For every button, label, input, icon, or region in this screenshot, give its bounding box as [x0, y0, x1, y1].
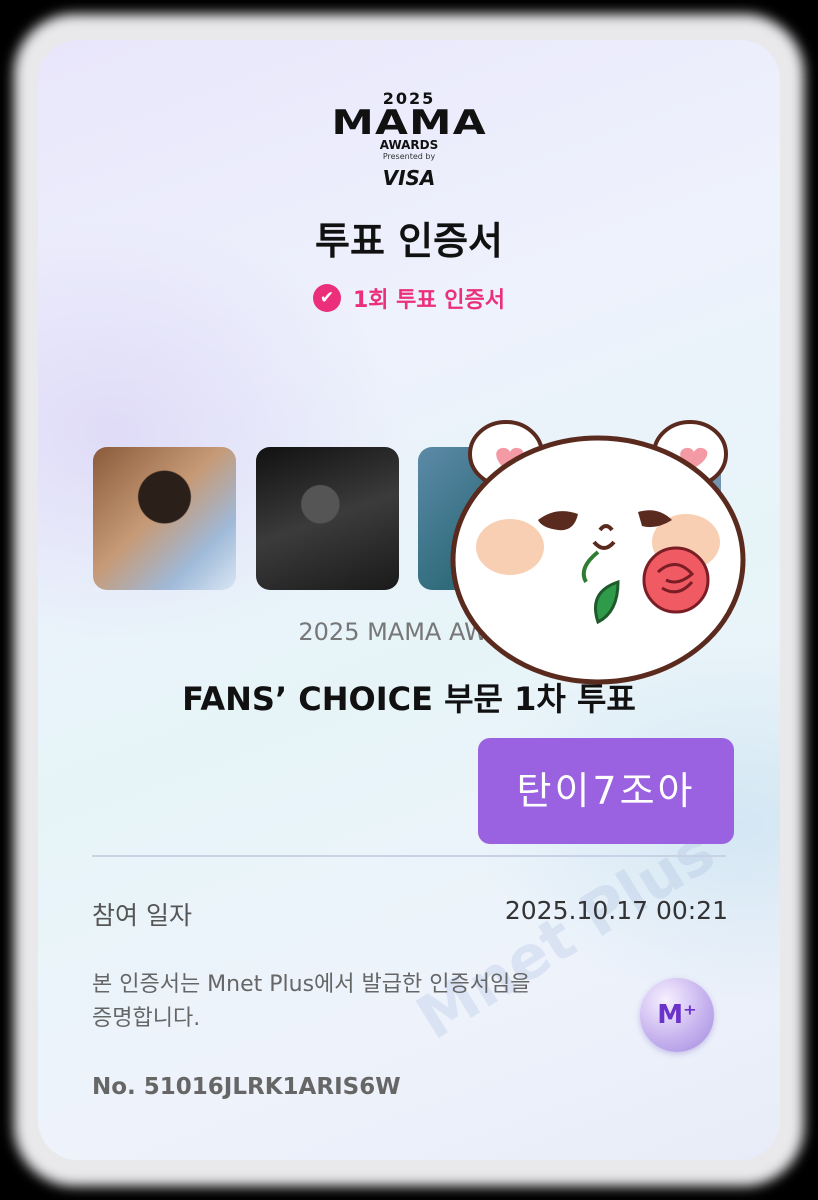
issuer-note: 본 인증서는 Mnet Plus에서 발급한 인증서임을 증명합니다.	[92, 972, 531, 1031]
bear-sticker-icon	[450, 420, 746, 685]
logo-brand: MAMA	[331, 103, 487, 143]
vote-certificate-card: Mnet Plus 2025 MAMA AWARDS Presented by …	[38, 40, 780, 1160]
mnet-plus-icon[interactable]: M⁺	[640, 978, 714, 1052]
mama-awards-logo: 2025 MAMA AWARDS Presented by VISA	[38, 90, 780, 191]
certificate-serial: No. 51016JLRK1ARIS6W	[92, 1074, 401, 1100]
verified-check-icon: ✔	[312, 284, 341, 312]
vote-count-badge: ✔ 1회 투표 인증서	[38, 282, 780, 314]
artist-photo-2	[256, 447, 399, 590]
handwritten-sticker: 탄이7조아	[478, 738, 734, 844]
participation-date-value: 2025.10.17 00:21	[504, 896, 728, 925]
logo-presented: Presented by	[382, 152, 436, 161]
divider	[92, 855, 726, 857]
participation-date-label: 참여 일자	[92, 901, 192, 930]
logo-sponsor: VISA	[382, 166, 436, 190]
certificate-title: 투표 인증서	[314, 219, 504, 263]
artist-photo-1	[93, 447, 236, 590]
vote-count-label: 1회 투표 인증서	[352, 288, 506, 313]
